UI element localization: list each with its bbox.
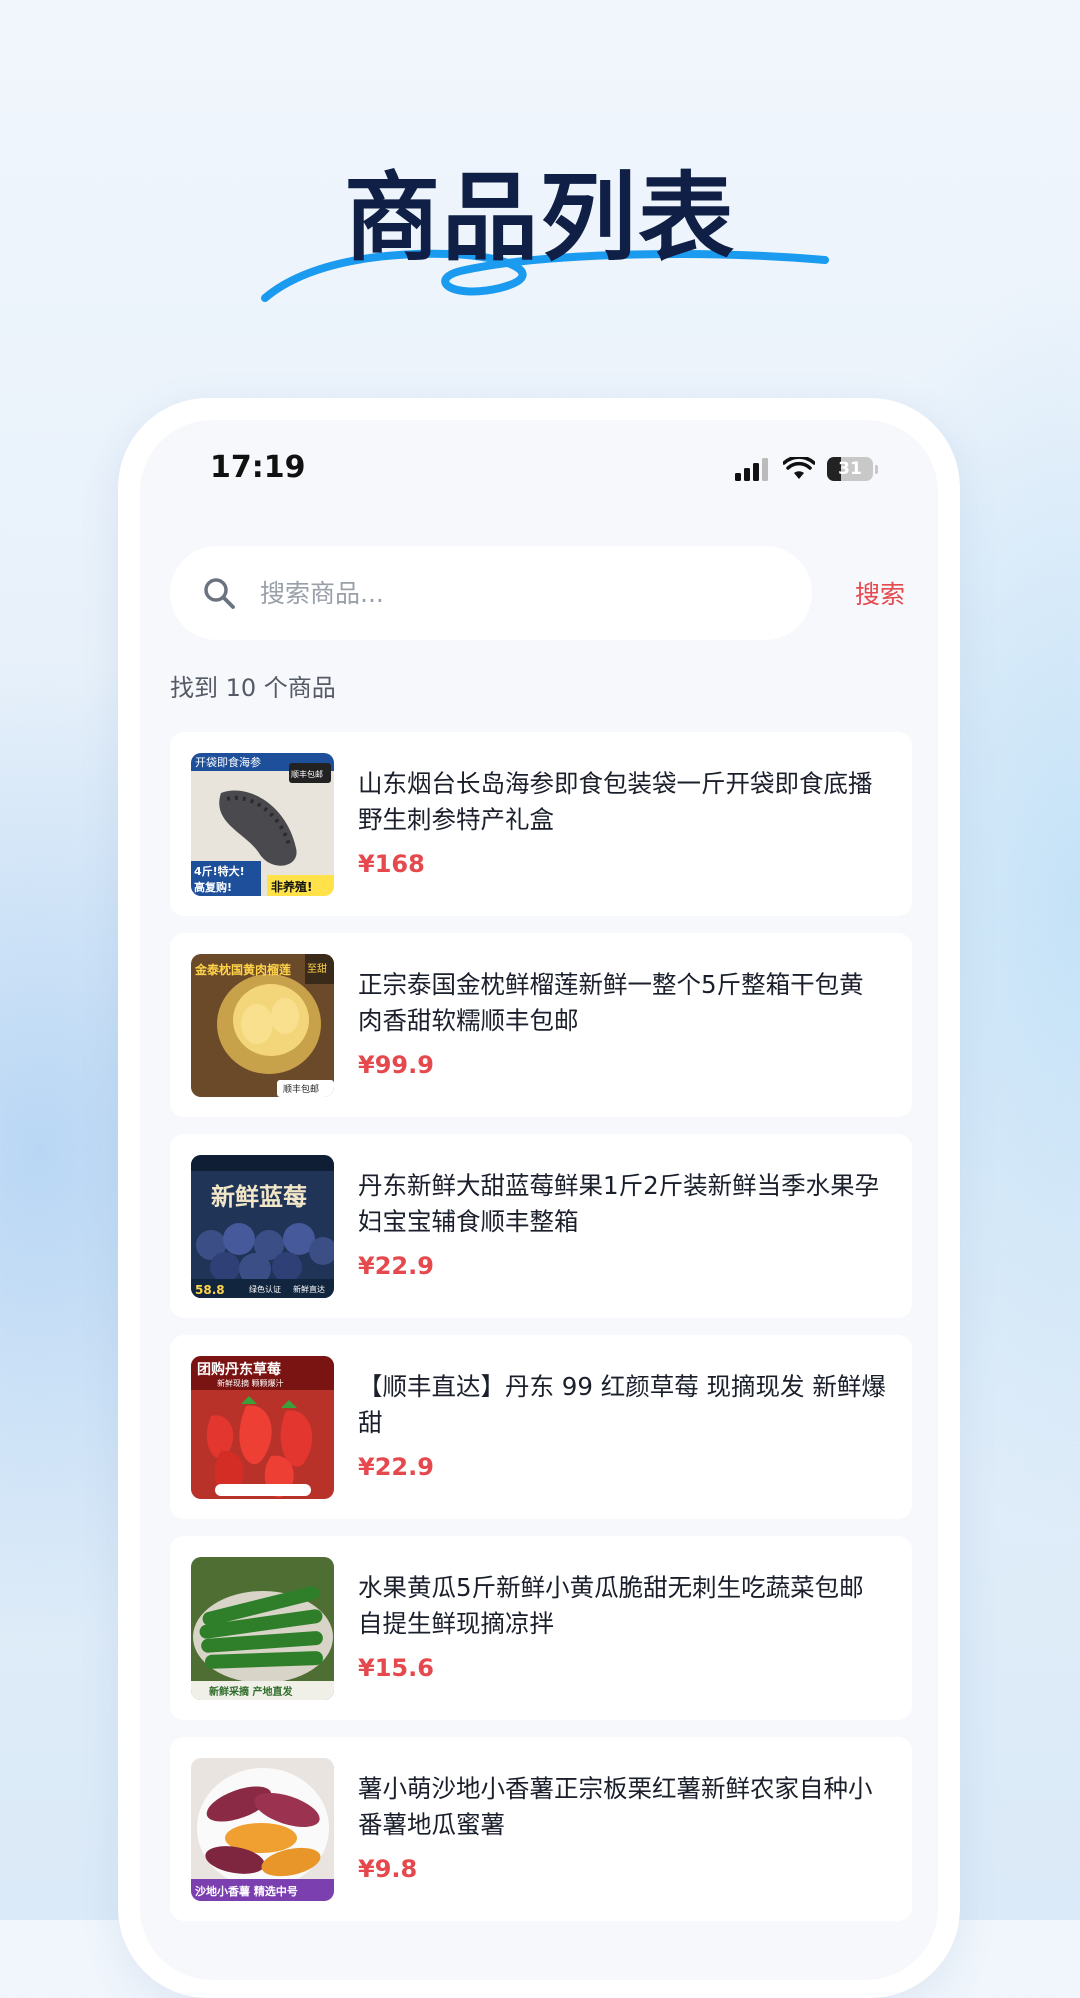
status-time: 17:19 (210, 450, 306, 485)
phone-screen: 17:19 31 搜索商品... 搜索 找到 10 个商品 开袋即食海参 顺丰包… (140, 420, 938, 1980)
product-list: 开袋即食海参 顺丰包邮 4斤!特大! 高复购! 非养殖! 山东烟台长岛海参即食包… (170, 732, 912, 1938)
sweet-potato-image: 沙地小香薯 精选中号 (191, 1758, 334, 1901)
status-icons: 31 (735, 454, 878, 484)
badge-text: 绿色认证 (249, 1284, 281, 1294)
product-card[interactable]: 金泰枕国黄肉榴莲 至甜 顺丰包邮 正宗泰国金枕鲜榴莲新鲜一整个5斤整箱干包黄肉香… (170, 933, 912, 1117)
product-title: 【顺丰直达】丹东 99 红颜草莓 现摘现发 新鲜爆甜 (358, 1372, 886, 1437)
strawberry-image: 团购丹东草莓 新鲜现摘 颗颗爆汁 (191, 1356, 334, 1499)
battery-cap (875, 464, 878, 474)
product-card[interactable]: 新鲜采摘 产地直发 水果黄瓜5斤新鲜小黄瓜脆甜无刺生吃蔬菜包邮自提生鲜现摘凉拌 … (170, 1536, 912, 1720)
product-title: 水果黄瓜5斤新鲜小黄瓜脆甜无刺生吃蔬菜包邮自提生鲜现摘凉拌 (358, 1573, 864, 1638)
product-price: ¥9.8 (358, 1855, 418, 1883)
badge-text: 开袋即食海参 (195, 755, 261, 769)
badge-text: 新鲜现摘 颗颗爆汁 (217, 1378, 284, 1388)
badge-text: 4斤!特大! (194, 864, 245, 878)
product-price: ¥22.9 (358, 1252, 434, 1280)
badge-text: 金泰枕国黄肉榴莲 (194, 962, 291, 977)
hero-header: 商品列表 (0, 120, 1080, 302)
blueberry-image: 新鲜蓝莓 58.8 绿色认证 新鲜直达 (191, 1155, 334, 1298)
signal-icon (735, 458, 768, 481)
wifi-icon (783, 457, 815, 479)
product-card[interactable]: 沙地小香薯 精选中号 薯小萌沙地小香薯正宗板栗红薯新鲜农家自种小番薯地瓜蜜薯 ¥… (170, 1737, 912, 1921)
product-card[interactable]: 新鲜蓝莓 58.8 绿色认证 新鲜直达 丹东新鲜大甜蓝莓鲜果1斤2斤装新鲜当季水… (170, 1134, 912, 1318)
product-price: ¥99.9 (358, 1051, 434, 1079)
badge-text: 非养殖! (271, 879, 312, 894)
product-price: ¥15.6 (358, 1654, 434, 1682)
battery-percent: 31 (838, 459, 862, 479)
badge-text: 沙地小香薯 精选中号 (195, 1884, 298, 1898)
badge-text: 至甜 (307, 962, 327, 975)
search-icon (204, 578, 235, 609)
product-card[interactable]: 团购丹东草莓 新鲜现摘 颗颗爆汁 【顺丰直达】丹东 99 红颜草莓 现摘现发 新… (170, 1335, 912, 1519)
badge-text: 高复购! (194, 880, 232, 894)
badge-text: 新鲜采摘 产地直发 (209, 1685, 293, 1698)
badge-text: 新鲜直达 (293, 1284, 325, 1294)
sea-cucumber-image: 开袋即食海参 顺丰包邮 4斤!特大! 高复购! 非养殖! (191, 753, 334, 896)
badge-text: 顺丰包邮 (291, 769, 323, 779)
phone-frame: 17:19 31 搜索商品... 搜索 找到 10 个商品 开袋即食海参 顺丰包… (118, 398, 960, 1998)
badge-text: 新鲜蓝莓 (211, 1182, 307, 1211)
product-price: ¥22.9 (358, 1453, 434, 1481)
durian-image: 金泰枕国黄肉榴莲 至甜 顺丰包邮 (191, 954, 334, 1097)
product-title: 薯小萌沙地小香薯正宗板栗红薯新鲜农家自种小番薯地瓜蜜薯 (358, 1774, 873, 1839)
search-button[interactable]: 搜索 (830, 546, 930, 640)
badge-text: 58.8 (195, 1283, 225, 1297)
result-count: 找到 10 个商品 (170, 674, 336, 702)
battery-icon: 31 (827, 457, 873, 481)
page-title: 商品列表 (344, 162, 736, 274)
search-input[interactable] (258, 577, 762, 609)
product-title: 丹东新鲜大甜蓝莓鲜果1斤2斤装新鲜当季水果孕妇宝宝辅食顺丰整箱 (358, 1171, 880, 1236)
product-title: 山东烟台长岛海参即食包装袋一斤开袋即食底播野生刺参特产礼盒 (358, 769, 873, 834)
cucumber-image: 新鲜采摘 产地直发 (191, 1557, 334, 1700)
badge-text: 团购丹东草莓 (197, 1361, 281, 1378)
product-price: ¥168 (358, 850, 425, 878)
product-title: 正宗泰国金枕鲜榴莲新鲜一整个5斤整箱干包黄肉香甜软糯顺丰包邮 (358, 970, 864, 1035)
product-card[interactable]: 开袋即食海参 顺丰包邮 4斤!特大! 高复购! 非养殖! 山东烟台长岛海参即食包… (170, 732, 912, 916)
badge-text: 顺丰包邮 (283, 1083, 319, 1095)
search-bar[interactable] (170, 546, 812, 640)
